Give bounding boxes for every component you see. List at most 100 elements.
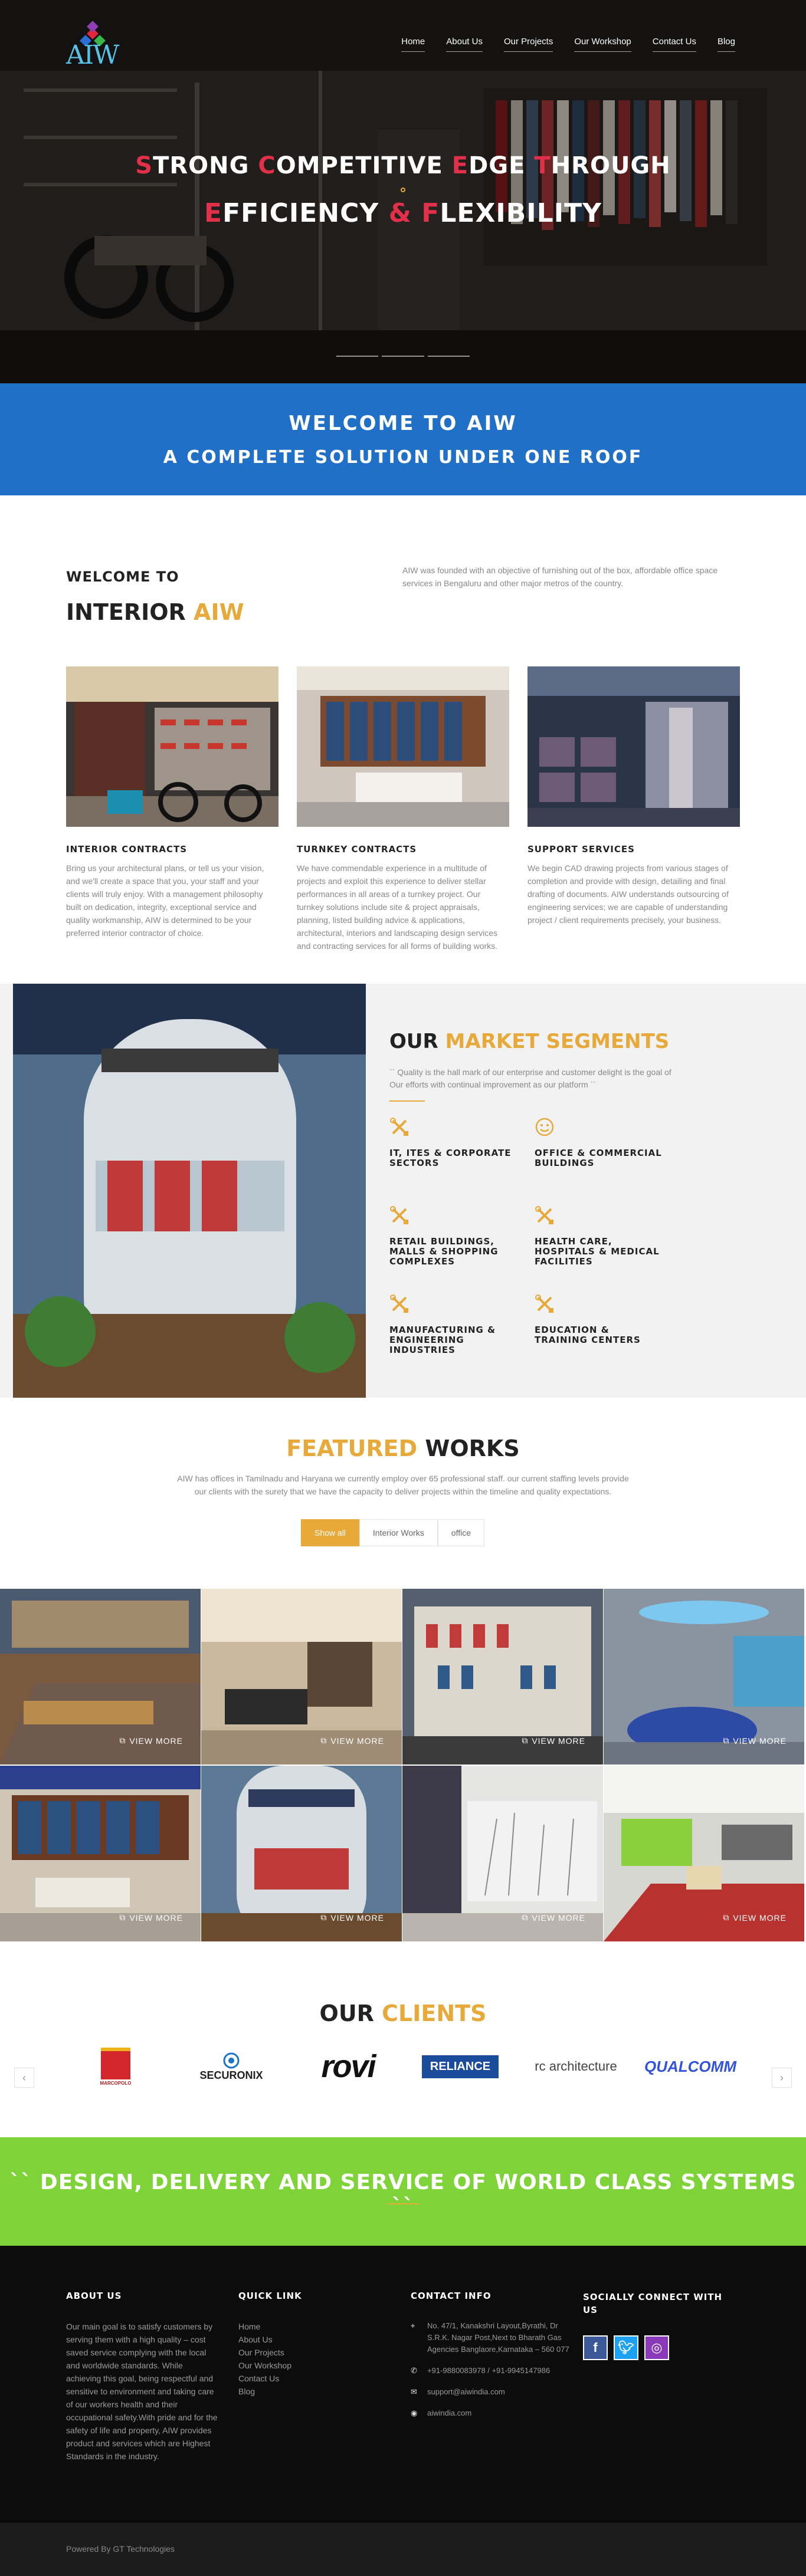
page: AIW Home About Us Our Projects Our Works… [0, 0, 806, 2576]
tools-icon [535, 1294, 553, 1313]
nav-blog[interactable]: Blog [717, 37, 735, 52]
market-title-main: OUR [389, 1030, 438, 1053]
featured-title-accent: FEATURED [286, 1435, 418, 1461]
nav-our-workshop[interactable]: Our Workshop [574, 37, 631, 52]
portfolio-tile[interactable]: ⧉ VIEW MORE [604, 1589, 804, 1765]
portfolio-filters: Show all Interior Works office [301, 1519, 485, 1546]
hero-word: DGE [468, 152, 535, 179]
client-logo-text: rovi [321, 2049, 376, 2084]
hero-separator-dot [401, 188, 405, 192]
intro-welcome-label: WELCOME TO [66, 569, 179, 585]
hero-word: HROUGH [551, 152, 671, 179]
footer-web[interactable]: ◉ aiwindia.com [411, 2407, 570, 2419]
footer-link-our-projects[interactable]: Our Projects [238, 2346, 380, 2359]
footer-social: SOCIALLY CONNECT WITH US f 🐦︎ ◎ [583, 2291, 730, 2360]
service-interior-image[interactable] [66, 666, 279, 827]
portfolio-tile[interactable]: ⧉ VIEW MORE [402, 1766, 603, 1941]
service-turnkey-text: We have commendable experience in a mult… [297, 863, 498, 951]
footer-phone[interactable]: ✆ +91-9880083978 / +91-9945147986 [411, 2365, 570, 2377]
clients-title: OUR CLIENTS [0, 2000, 806, 2026]
hero-cap: S [135, 152, 153, 179]
slider-dot[interactable] [427, 356, 470, 357]
filter-show-all[interactable]: Show all [301, 1519, 359, 1546]
hero-word: LEXIBILITY [440, 198, 602, 228]
tools-icon [390, 1294, 408, 1313]
slogan-text: `` DESIGN, DELIVERY AND SERVICE OF WORLD… [9, 2170, 797, 2219]
market-quote: `` Quality is the hall mark of our enter… [389, 1067, 671, 1089]
securonix-mark [223, 2052, 240, 2068]
hero-word: FFICIENCY [222, 198, 389, 228]
site-logo[interactable]: AIW [65, 21, 124, 70]
segment-label: IT, ITES & CORPORATE SECTORS [389, 1148, 512, 1168]
segment-it: IT, ITES & CORPORATE SECTORS [389, 1117, 519, 1168]
nav-home[interactable]: Home [401, 37, 425, 52]
nav-about-us[interactable]: About Us [446, 37, 483, 52]
filter-office[interactable]: office [437, 1519, 485, 1546]
view-more-link[interactable]: ⧉ VIEW MORE [119, 1913, 183, 1923]
phone-icon: ✆ [411, 2366, 417, 2375]
hero-word [412, 198, 421, 228]
view-more-link[interactable]: ⧉ VIEW MORE [723, 1736, 787, 1746]
footer-link-blog[interactable]: Blog [238, 2385, 380, 2398]
footer-link-contact-us[interactable]: Contact Us [238, 2372, 380, 2385]
clients-title-main: OUR [319, 2000, 374, 2026]
footer-link-our-workshop[interactable]: Our Workshop [238, 2359, 380, 2372]
client-logo-reliance[interactable]: RELIANCE [419, 2043, 502, 2090]
social-links: f 🐦︎ ◎ [583, 2335, 730, 2360]
portfolio-tile[interactable]: ⧉ VIEW MORE [201, 1766, 402, 1941]
client-logo-text: MARCOPOLO [100, 2080, 132, 2086]
client-logo-rovi[interactable]: rovi [307, 2043, 389, 2090]
footer-email[interactable]: ✉ support@aiwindia.com [411, 2386, 570, 2398]
service-support: SUPPORT SERVICES We begin CAD drawing pr… [527, 666, 740, 926]
external-link-icon: ⧉ [119, 1736, 126, 1745]
slogan-divider [387, 2203, 419, 2204]
market-segments-image [13, 984, 366, 1398]
portfolio-tile[interactable]: ⧉ VIEW MORE [402, 1589, 603, 1765]
segment-education: EDUCATION & TRAINING CENTERS [535, 1294, 664, 1345]
footer-link-home[interactable]: Home [238, 2320, 380, 2333]
nav-our-projects[interactable]: Our Projects [503, 37, 553, 52]
service-turnkey-image[interactable] [297, 666, 509, 827]
service-support-title: SUPPORT SERVICES [527, 844, 635, 855]
client-logo-marcopolo[interactable]: MARCOPOLO [90, 2043, 142, 2090]
segment-label: HEALTH CARE, HOSPITALS & MEDICAL FACILIT… [535, 1236, 660, 1267]
segment-retail: RETAIL BUILDINGS, MALLS & SHOPPING COMPL… [389, 1205, 519, 1267]
client-logo-qualcomm[interactable]: QUALCOMM [643, 2043, 738, 2090]
view-more-link[interactable]: ⧉ VIEW MORE [522, 1736, 585, 1746]
view-more-link[interactable]: ⧉ VIEW MORE [320, 1913, 384, 1923]
hero-word: TRONG [153, 152, 258, 179]
service-turnkey-title: TURNKEY CONTRACTS [297, 844, 417, 855]
service-support-text: We begin CAD drawing projects from vario… [527, 863, 729, 925]
footer-link-about-us[interactable]: About Us [238, 2333, 380, 2346]
chevron-right-icon: › [780, 2072, 784, 2084]
facebook-icon[interactable]: f [583, 2335, 608, 2360]
view-more-link[interactable]: ⧉ VIEW MORE [723, 1913, 787, 1923]
client-logo-rc-architecture[interactable]: rc architecture [529, 2043, 623, 2090]
twitter-icon[interactable]: 🐦︎ [614, 2335, 638, 2360]
intro-title-accent: AIW [194, 599, 244, 625]
view-more-link[interactable]: ⧉ VIEW MORE [522, 1913, 585, 1923]
slider-dot[interactable] [336, 356, 379, 357]
portfolio-tile[interactable]: ⧉ VIEW MORE [201, 1589, 402, 1765]
footer-about-title: ABOUT US [66, 2291, 122, 2301]
clients-next-button[interactable]: › [772, 2068, 792, 2088]
portfolio-tile[interactable]: ⧉ VIEW MORE [0, 1589, 201, 1765]
welcome-band: WELCOME TO AIW A COMPLETE SOLUTION UNDER… [0, 383, 806, 495]
instagram-icon[interactable]: ◎ [644, 2335, 669, 2360]
view-more-link[interactable]: ⧉ VIEW MORE [119, 1736, 183, 1746]
portfolio-tile[interactable]: ⧉ VIEW MORE [604, 1766, 804, 1941]
client-logo-securonix[interactable]: SECURONIX [184, 2043, 279, 2090]
view-more-link[interactable]: ⧉ VIEW MORE [320, 1736, 384, 1746]
map-pin-icon: ⌖ [411, 2321, 415, 2330]
slider-dot[interactable] [382, 356, 424, 357]
service-support-image[interactable] [527, 666, 740, 827]
view-more-label: VIEW MORE [532, 1913, 585, 1923]
clients-title-accent: CLIENTS [382, 2000, 487, 2026]
nav-contact-us[interactable]: Contact Us [652, 37, 696, 52]
clients-prev-button[interactable]: ‹ [14, 2068, 34, 2088]
welcome-band-title: WELCOME TO AIW [289, 412, 517, 435]
filter-interior-works[interactable]: Interior Works [359, 1519, 438, 1546]
footer-phone-text: +91-9880083978 / +91-9945147986 [427, 2366, 551, 2375]
client-logo-text: QUALCOMM [644, 2057, 736, 2075]
portfolio-tile[interactable]: ⧉ VIEW MORE [0, 1766, 201, 1941]
